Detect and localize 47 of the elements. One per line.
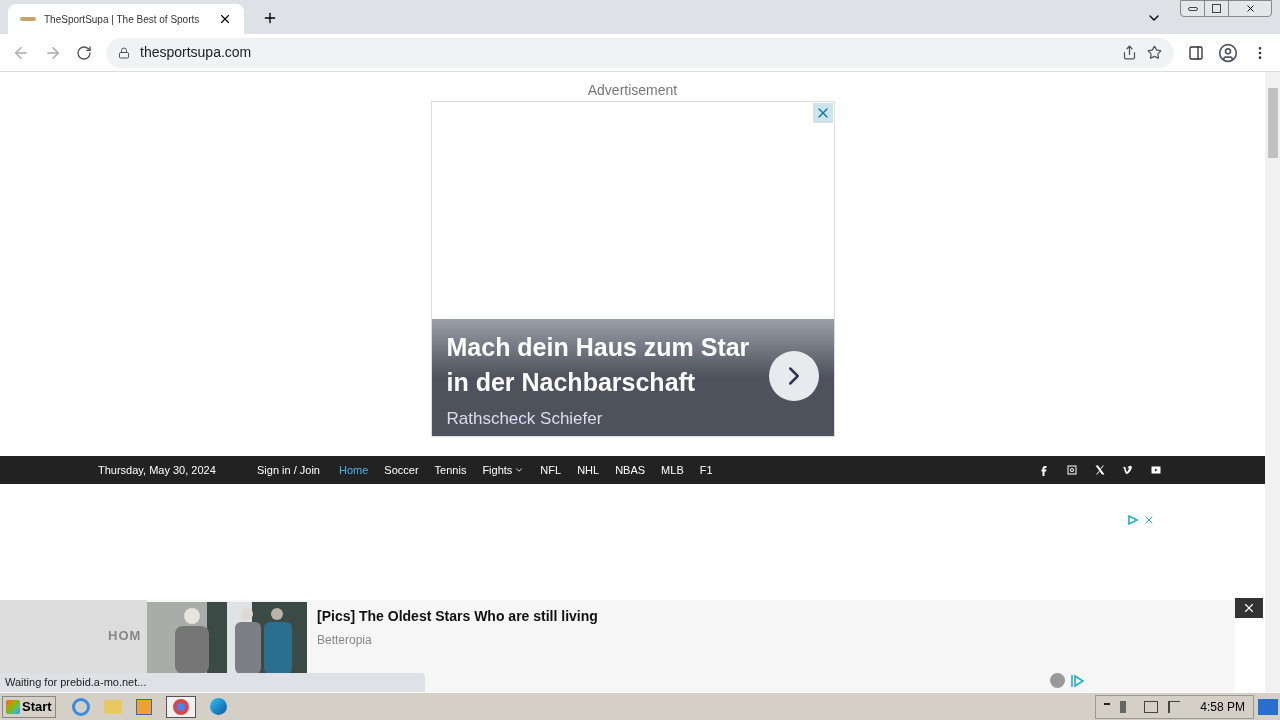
nav-link[interactable]: F1 [699, 461, 713, 479]
instagram-icon[interactable] [1066, 464, 1078, 476]
nav-link[interactable]: MLB [661, 461, 684, 479]
nav-link[interactable]: Tennis [434, 461, 467, 479]
side-panel-icon[interactable] [1188, 44, 1204, 61]
profile-icon[interactable] [1218, 42, 1238, 63]
nav-link[interactable]: Home [339, 461, 369, 479]
close-icon[interactable] [1242, 601, 1256, 615]
nav-link[interactable]: NHL [577, 461, 600, 479]
scrollbar[interactable] [1265, 72, 1280, 692]
url-text: thesportsupa.com [140, 43, 253, 62]
sign-in-link[interactable]: Sign in / Join [257, 461, 320, 479]
site-favicon-icon [20, 17, 36, 21]
date-text: Thursday, May 30, 2024 [98, 462, 217, 478]
ad-title: [Pics] The Oldest Stars Who are still living [317, 607, 598, 626]
nav-link[interactable]: NBAS [615, 461, 646, 479]
youtube-icon[interactable] [1150, 464, 1162, 476]
adchoices-icon[interactable] [1127, 514, 1139, 526]
share-icon[interactable] [1122, 45, 1137, 60]
close-icon[interactable] [218, 12, 232, 26]
ad-advertiser: Rathscheck Schiefer [446, 407, 604, 430]
new-tab-icon[interactable] [262, 10, 278, 26]
chevron-down-icon[interactable] [514, 465, 525, 475]
status-bubble: Waiting for prebid.a-mo.net... [0, 673, 425, 692]
start-button[interactable]: Start [2, 695, 56, 718]
edge-icon[interactable] [209, 698, 227, 715]
vimeo-icon[interactable] [1122, 464, 1134, 476]
tab-title: TheSportSupa | The Best of Sports [44, 12, 201, 27]
address-bar[interactable]: thesportsupa.com [106, 37, 1174, 68]
nav-link[interactable]: Soccer [384, 461, 419, 479]
banner-ad[interactable]: Mach dein Haus zum Star in der Nachbarschaft Rathscheck Schiefer [430, 101, 835, 437]
close-icon[interactable] [1244, 3, 1256, 14]
nav-link[interactable]: NFL [540, 461, 562, 479]
bookmark-icon[interactable] [1147, 45, 1162, 60]
chrome-icon[interactable] [165, 695, 196, 718]
ad-headline: Mach dein Haus zum Star in der Nachbarschaft [446, 331, 751, 398]
close-ad-button[interactable] [1235, 598, 1263, 618]
advertisement-label: Advertisement [587, 82, 678, 98]
lock-icon [118, 46, 130, 59]
reload-icon[interactable] [76, 44, 92, 61]
ad-source: Betteropia [317, 632, 373, 649]
browser-tab[interactable]: TheSportSupa | The Best of Sports [8, 4, 244, 34]
x-logo-icon[interactable] [1094, 464, 1106, 476]
show-desktop-icon[interactable] [1258, 698, 1278, 715]
menu-text: HOM [108, 627, 143, 645]
ad-close-icon[interactable] [1143, 514, 1155, 526]
nav-link[interactable]: Fights [482, 461, 525, 479]
